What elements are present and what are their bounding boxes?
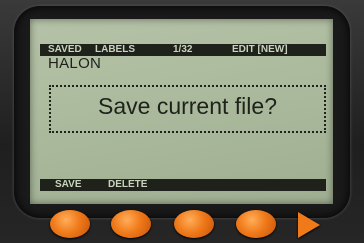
softkey-label-bar: SAVE DELETE <box>40 179 326 191</box>
label-printer-device: SAVED LABELS 1/32 EDIT [NEW] HALON Save … <box>0 0 364 243</box>
confirm-dialog: Save current file? <box>49 85 326 133</box>
softkey-3-button[interactable] <box>174 210 214 238</box>
status-page-counter: 1/32 <box>173 44 193 55</box>
softkey-label-delete: DELETE <box>108 179 148 190</box>
arrow-right-icon[interactable] <box>298 212 320 238</box>
softkey-label-save: SAVE <box>55 179 82 190</box>
dialog-message: Save current file? <box>98 93 277 119</box>
status-edit-mode: EDIT [NEW] <box>232 44 288 55</box>
file-name: HALON <box>48 55 102 72</box>
delete-softkey-button[interactable] <box>111 210 151 238</box>
lcd-screen: SAVED LABELS 1/32 EDIT [NEW] HALON Save … <box>30 19 333 204</box>
save-softkey-button[interactable] <box>50 210 90 238</box>
softkey-row <box>0 204 364 243</box>
softkey-4-button[interactable] <box>236 210 276 238</box>
